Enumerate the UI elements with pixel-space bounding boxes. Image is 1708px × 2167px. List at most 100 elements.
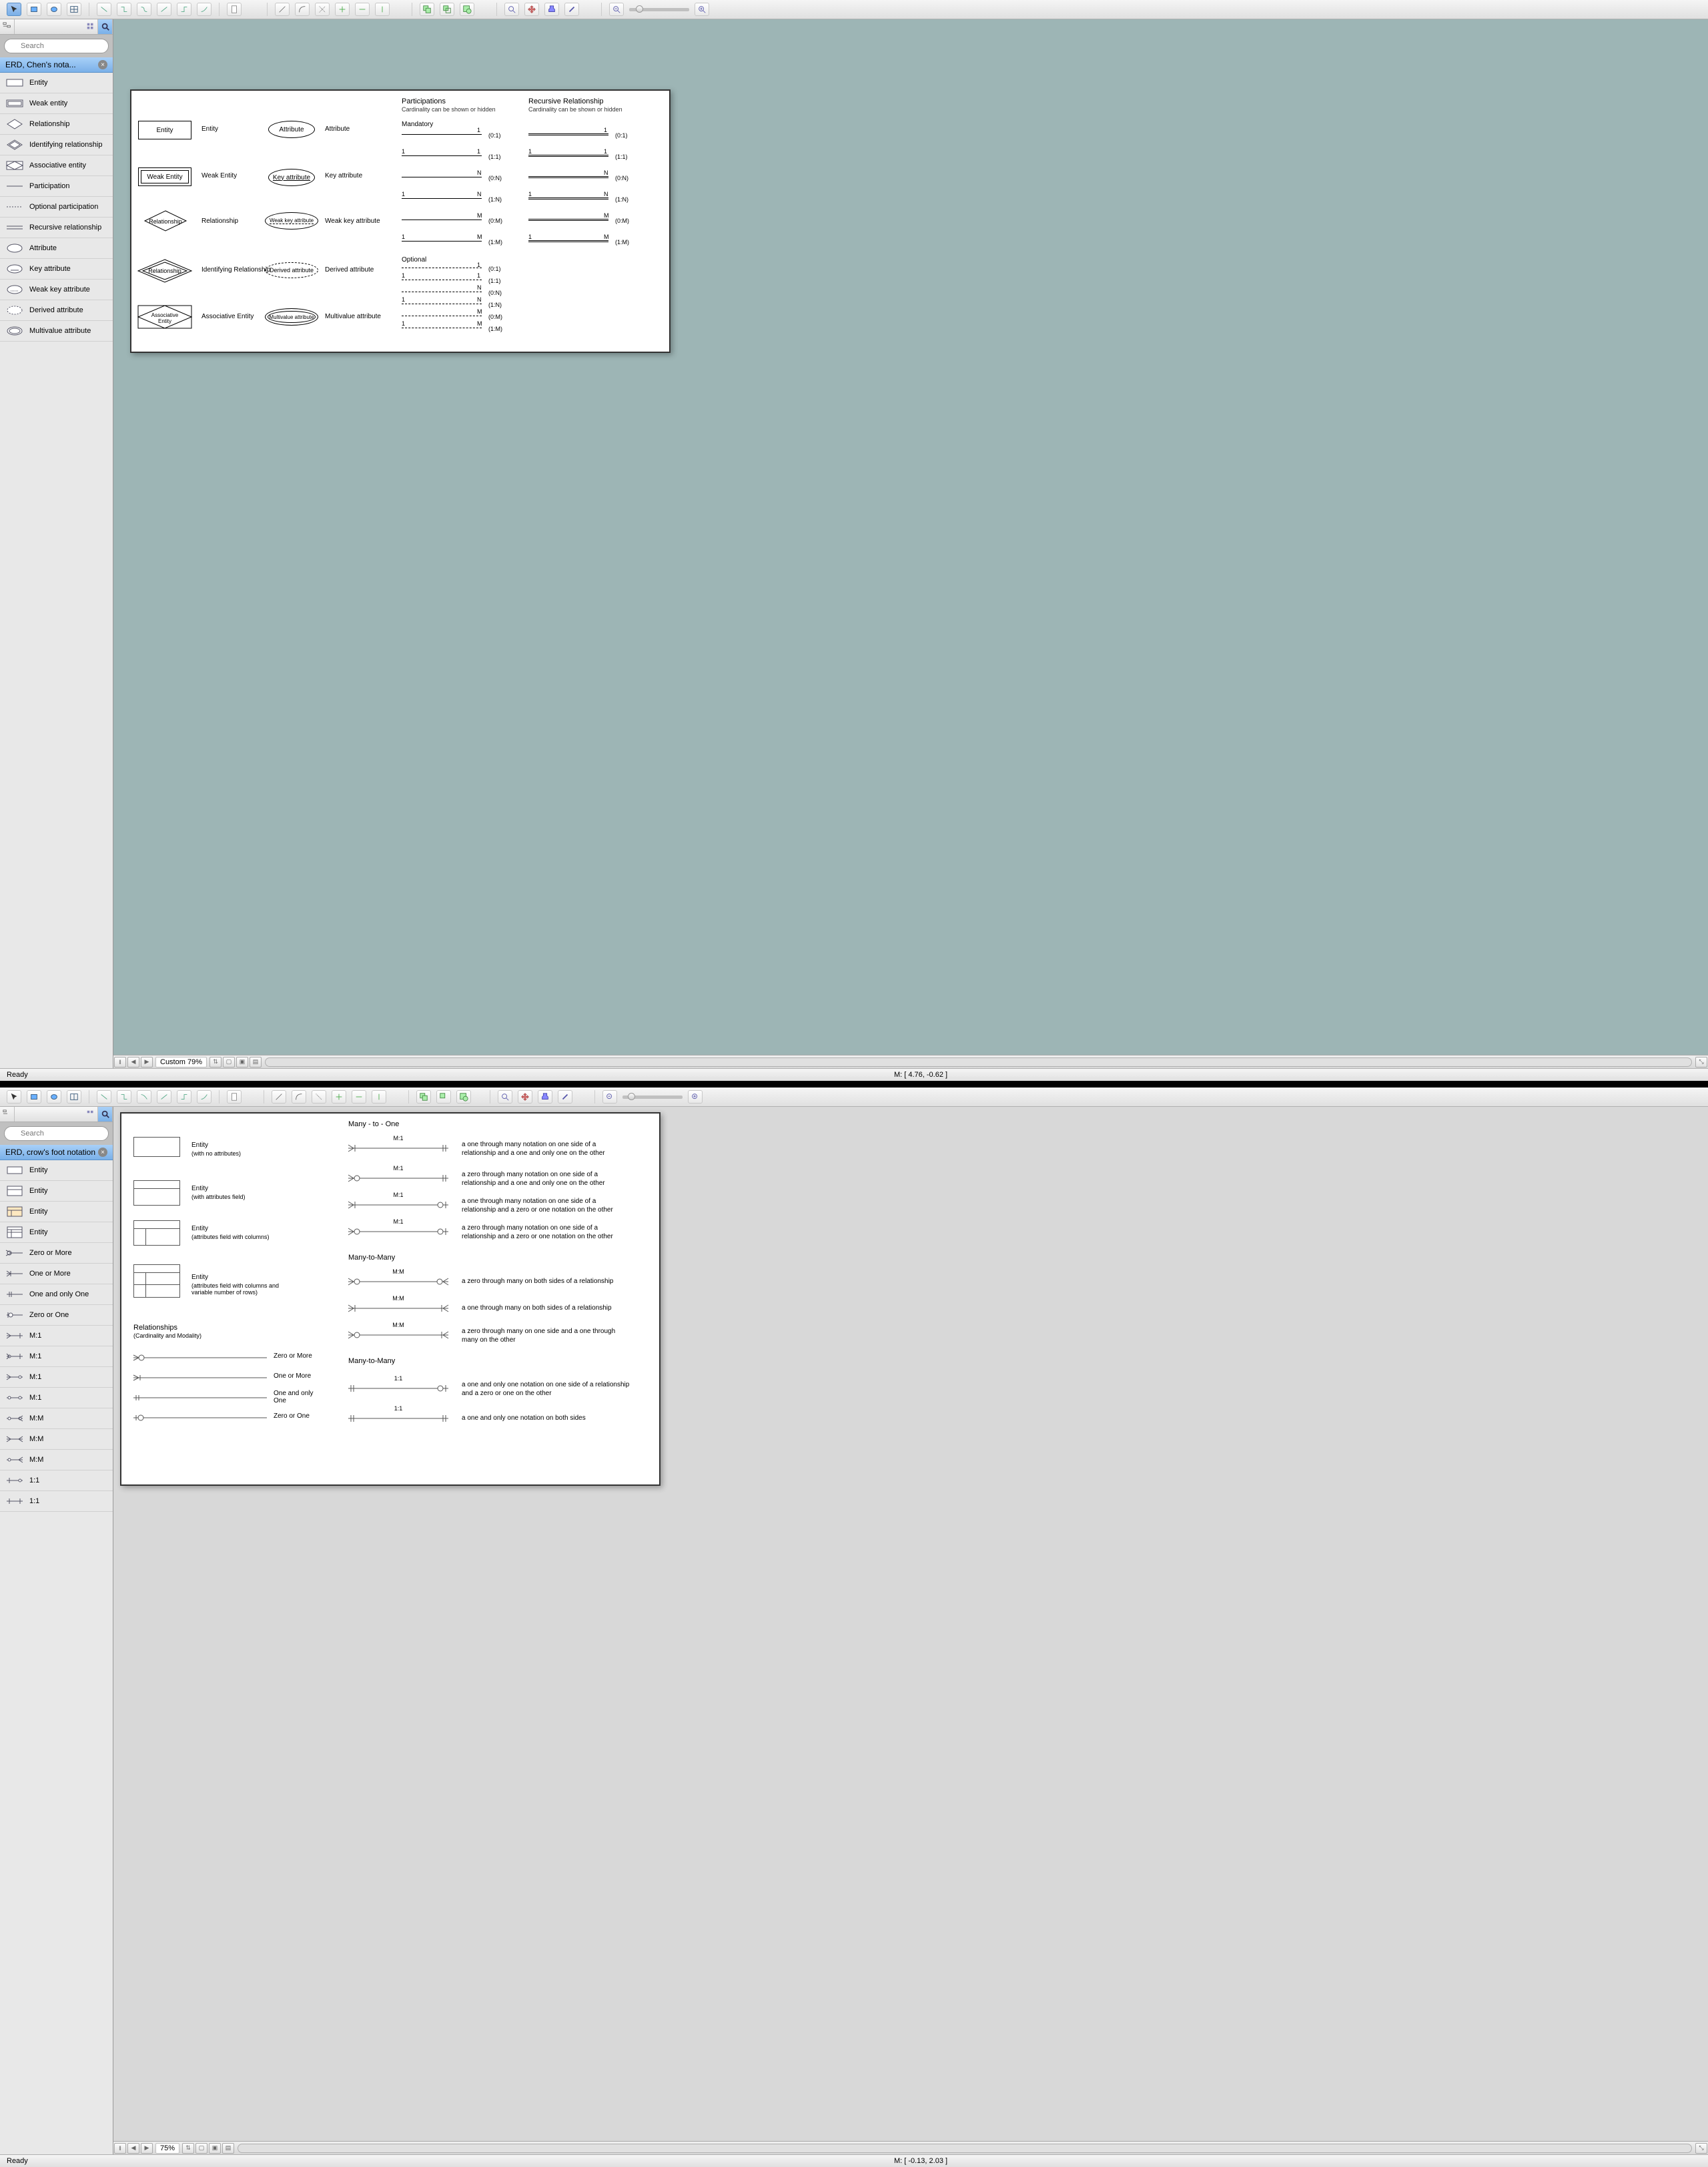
- shape-multivalue-attribute[interactable]: Multivalue attribute: [265, 308, 318, 326]
- sidebar-tab-tree[interactable]: [0, 19, 15, 34]
- line-1m[interactable]: [402, 241, 482, 242]
- eyedropper-tool[interactable]: [558, 1090, 572, 1104]
- lib-item-optional-participation[interactable]: Optional participation: [0, 197, 113, 218]
- lib-item-m1-1[interactable]: M:1: [0, 1326, 113, 1346]
- rline-11[interactable]: [528, 155, 608, 157]
- connector-tool-6[interactable]: [197, 3, 211, 16]
- shape-entity[interactable]: Entity: [138, 121, 191, 139]
- rline-1m[interactable]: [528, 240, 608, 242]
- line-tool-3[interactable]: [312, 1090, 326, 1104]
- line-tool-5[interactable]: [352, 1090, 366, 1104]
- sidebar-tab-search[interactable]: [98, 1107, 113, 1122]
- shape-associative[interactable]: AssociativeEntity: [138, 306, 191, 328]
- connector-tool-1[interactable]: [97, 1090, 111, 1104]
- library-close-icon[interactable]: ×: [98, 60, 107, 69]
- page-pause-icon[interactable]: ‖: [114, 2143, 126, 2154]
- rel-m1b[interactable]: M:1: [348, 1174, 448, 1185]
- rel-one-more[interactable]: [133, 1374, 267, 1384]
- connector-tool-4[interactable]: [157, 1090, 171, 1104]
- lib-item-mm-3[interactable]: M:M: [0, 1450, 113, 1470]
- connector-tool-3[interactable]: [137, 3, 151, 16]
- lib-item-relationship[interactable]: Relationship: [0, 114, 113, 135]
- shape-derived-attribute[interactable]: Derived attribute: [265, 262, 318, 278]
- line-tool-1[interactable]: [272, 1090, 286, 1104]
- connector-tool-5[interactable]: [177, 1090, 191, 1104]
- hscroll-resize-icon[interactable]: ⤡: [1695, 1057, 1707, 1067]
- canvas[interactable]: Entity Entity Weak Entity Weak Entity Re…: [113, 19, 1708, 1068]
- rline-0n[interactable]: [528, 176, 608, 178]
- lib-item-entity[interactable]: Entity: [0, 73, 113, 93]
- line-tool-4[interactable]: [335, 3, 350, 16]
- table-tool[interactable]: [67, 1090, 81, 1104]
- line-tool-2[interactable]: [292, 1090, 306, 1104]
- shape-identifying[interactable]: Relationship: [138, 260, 191, 282]
- connector-tool-5[interactable]: [177, 3, 191, 16]
- line-1n[interactable]: [402, 198, 482, 199]
- group-tool-1[interactable]: [416, 1090, 431, 1104]
- view-mode-2[interactable]: ▣: [209, 2143, 221, 2154]
- zoom-in-tool[interactable]: [498, 1090, 512, 1104]
- rel-zero-one[interactable]: [133, 1414, 267, 1424]
- connector-tool-3[interactable]: [137, 1090, 151, 1104]
- rel-mma[interactable]: M:M: [348, 1277, 448, 1288]
- lib-item-attribute[interactable]: Attribute: [0, 238, 113, 259]
- hscroll-resize-icon[interactable]: ⤡: [1695, 2143, 1707, 2154]
- rect-tool[interactable]: [27, 3, 41, 16]
- lib-item-mm-2[interactable]: M:M: [0, 1429, 113, 1450]
- lib-item-entity-4[interactable]: Entity: [0, 1222, 113, 1243]
- canvas[interactable]: Entity (with no attributes) Entity (with…: [113, 1107, 1708, 2154]
- lib-item-entity-3[interactable]: Entity: [0, 1202, 113, 1222]
- eyedropper-tool[interactable]: [564, 3, 579, 16]
- zoom-text[interactable]: Custom 79%: [155, 1057, 207, 1067]
- lib-item-derived-attribute[interactable]: Derived attribute: [0, 300, 113, 321]
- library-close-icon[interactable]: ×: [98, 1148, 107, 1157]
- connector-tool-2[interactable]: [117, 1090, 131, 1104]
- connector-tool-1[interactable]: [97, 3, 111, 16]
- pointer-tool[interactable]: [7, 3, 21, 16]
- rel-mmc[interactable]: M:M: [348, 1330, 448, 1342]
- rline-0m[interactable]: [528, 219, 608, 221]
- line-tool-1[interactable]: [275, 3, 290, 16]
- lib-item-11-2[interactable]: 1:1: [0, 1491, 113, 1512]
- stamp-tool[interactable]: [544, 3, 559, 16]
- zoom-text[interactable]: 75%: [155, 2143, 179, 2154]
- zoom-slider[interactable]: [629, 8, 689, 11]
- add-page-tool[interactable]: [227, 1090, 242, 1104]
- sidebar-tab-tree[interactable]: [0, 1107, 15, 1122]
- pointer-tool[interactable]: [7, 1090, 21, 1104]
- rel-11a[interactable]: 1:1: [348, 1384, 448, 1395]
- shape-key-attribute[interactable]: Key attribute: [268, 169, 315, 186]
- rel-m1d[interactable]: M:1: [348, 1227, 448, 1238]
- lib-item-m1-2[interactable]: M:1: [0, 1346, 113, 1367]
- zoom-out-icon[interactable]: [609, 3, 624, 16]
- zoom-in-tool[interactable]: [504, 3, 519, 16]
- library-header[interactable]: ERD, crow's foot notation ×: [0, 1145, 113, 1160]
- search-input[interactable]: [4, 39, 109, 53]
- shape-relationship[interactable]: Relationship: [145, 211, 186, 231]
- line-tool-4[interactable]: [332, 1090, 346, 1104]
- line-tool-2[interactable]: [295, 3, 310, 16]
- entity-box-1[interactable]: [133, 1137, 180, 1157]
- shape-weak-entity[interactable]: Weak Entity: [138, 167, 191, 186]
- entity-box-4[interactable]: [133, 1264, 180, 1298]
- page-prev-icon[interactable]: ◀: [127, 2143, 139, 2154]
- rel-mmb[interactable]: M:M: [348, 1304, 448, 1315]
- zoom-out-icon[interactable]: [602, 1090, 617, 1104]
- ellipse-tool[interactable]: [47, 1090, 61, 1104]
- line-tool-3[interactable]: [315, 3, 330, 16]
- line-tool-5[interactable]: [355, 3, 370, 16]
- page-prev-icon[interactable]: ◀: [127, 1057, 139, 1067]
- view-mode-1[interactable]: ▢: [223, 1057, 235, 1067]
- lib-item-m1-3[interactable]: M:1: [0, 1367, 113, 1388]
- library-header[interactable]: ERD, Chen's nota... ×: [0, 57, 113, 73]
- rel-11b[interactable]: 1:1: [348, 1414, 448, 1425]
- line-11[interactable]: [402, 155, 482, 156]
- zoom-stepper-icon[interactable]: ⇅: [209, 1057, 222, 1067]
- zoom-slider[interactable]: [622, 1096, 683, 1099]
- zoom-in-icon[interactable]: [688, 1090, 703, 1104]
- lib-item-key-attribute[interactable]: Key attribute: [0, 259, 113, 280]
- lib-item-identifying-relationship[interactable]: Identifying relationship: [0, 135, 113, 155]
- add-page-tool[interactable]: [227, 3, 242, 16]
- view-mode-1[interactable]: ▢: [195, 2143, 207, 2154]
- group-tool-3[interactable]: [456, 1090, 471, 1104]
